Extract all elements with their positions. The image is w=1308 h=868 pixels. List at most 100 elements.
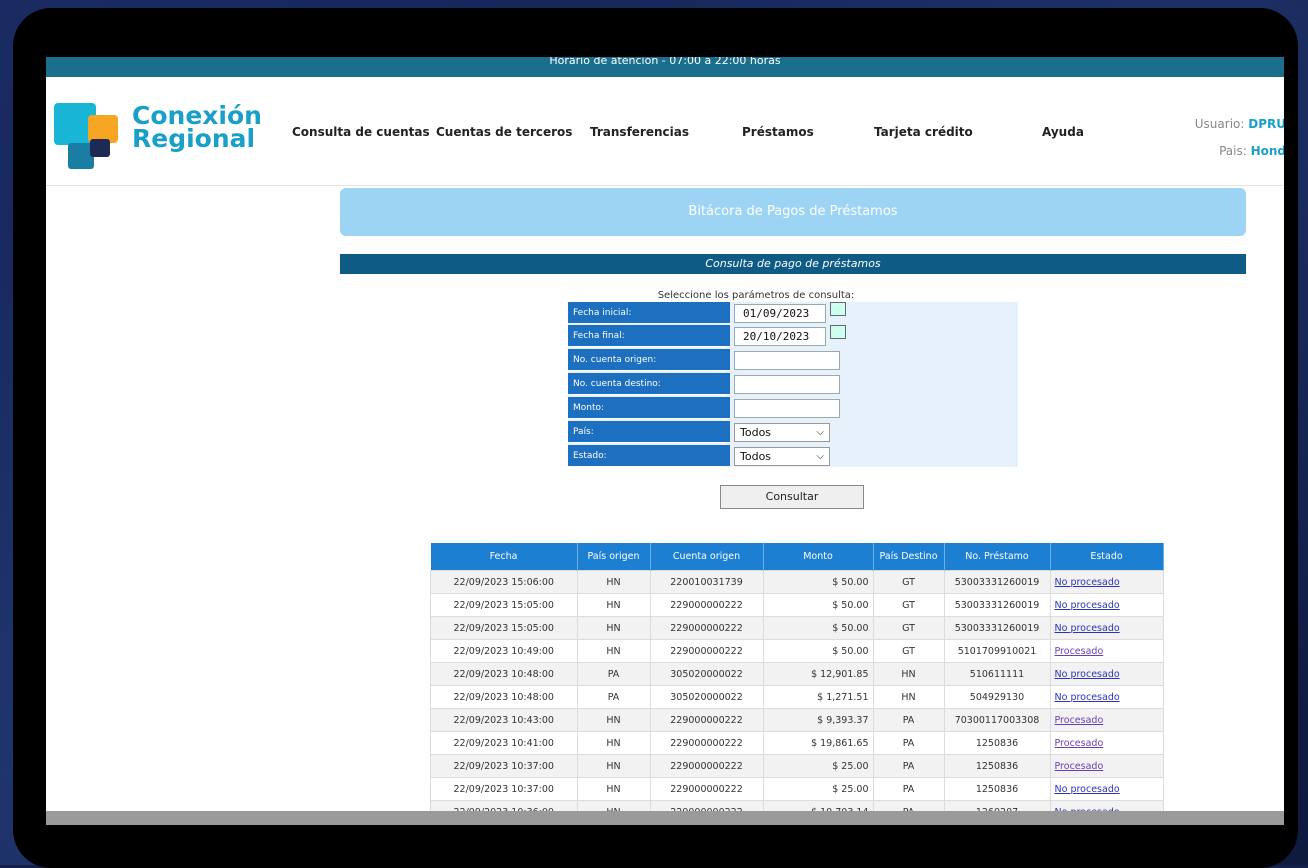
table-row: 22/09/2023 10:37:00 HN 229000000222 $ 25.00…: [430, 777, 1164, 801]
cell-monto: $ 50.00: [762, 593, 874, 617]
cell-fecha: 22/09/2023 15:05:00: [430, 593, 578, 617]
cuenta-origen-input[interactable]: [734, 351, 840, 370]
section-title: Consulta de pago de préstamos: [340, 254, 1246, 274]
cell-estado-link[interactable]: Procesado: [1049, 639, 1164, 663]
cell-cuenta-origen: 229000000222: [649, 616, 764, 640]
cell-estado-link[interactable]: No procesado: [1049, 570, 1164, 594]
pais-select[interactable]: Todos ⌵: [734, 423, 830, 442]
cell-pais-destino: PA: [872, 777, 945, 801]
cell-no-prestamo: 1250836: [943, 777, 1051, 801]
cell-fecha: 22/09/2023 10:48:00: [430, 685, 578, 709]
cell-estado-link[interactable]: No procesado: [1049, 662, 1164, 686]
cell-monto: $ 25.00: [762, 777, 874, 801]
cell-cuenta-origen: 220010031739: [649, 570, 764, 594]
cell-estado-link[interactable]: No procesado: [1049, 616, 1164, 640]
cell-no-prestamo: 53003331260019: [943, 570, 1051, 594]
nav-tarjeta-credito[interactable]: Tarjeta crédito: [874, 125, 973, 139]
browser-screen: Horario de atención - 07:00 a 22:00 hora…: [46, 57, 1284, 825]
cell-pais-destino: PA: [872, 708, 945, 732]
logo-icon[interactable]: [54, 103, 124, 171]
col-pais-origen[interactable]: País origen: [577, 543, 651, 571]
cell-fecha: 22/09/2023 15:05:00: [430, 616, 578, 640]
pais-label: País:: [568, 421, 730, 443]
cell-pais-origen: HN: [576, 708, 651, 732]
cell-pais-destino: GT: [872, 616, 945, 640]
cell-cuenta-origen: 229000000222: [649, 593, 764, 617]
cell-estado-link[interactable]: No procesado: [1049, 777, 1164, 801]
cell-no-prestamo: 510611111: [943, 662, 1051, 686]
cell-monto: $ 12,901.85: [762, 662, 874, 686]
estado-label: Estado:: [568, 445, 730, 467]
country-value: Hond: [1250, 144, 1284, 158]
cell-monto: $ 9,393.37: [762, 708, 874, 732]
user-label: Usuario:: [1194, 117, 1245, 131]
cell-fecha: 22/09/2023 10:37:00: [430, 777, 578, 801]
col-pais-destino[interactable]: País Destino: [873, 543, 945, 571]
fecha-inicial-label: Fecha inicial:: [568, 302, 730, 324]
chevron-down-icon: ⌵: [816, 451, 824, 462]
cell-monto: $ 1,271.51: [762, 685, 874, 709]
fecha-final-input[interactable]: 20/10/2023: [734, 327, 826, 346]
col-cuenta-origen[interactable]: Cuenta origen: [650, 543, 764, 571]
user-info: Usuario: DPRU Pais: Hond: [1195, 111, 1284, 165]
cell-pais-destino: PA: [872, 731, 945, 755]
brand-name[interactable]: Conexión Regional: [132, 103, 262, 153]
col-no-prestamo[interactable]: No. Préstamo: [944, 543, 1051, 571]
nav-ayuda[interactable]: Ayuda: [1042, 125, 1084, 139]
query-params-panel: Fecha inicial: 01/09/2023 Fecha final: 2…: [568, 302, 1018, 467]
consultar-button[interactable]: Consultar: [720, 485, 864, 509]
user-value: DPRU: [1248, 117, 1284, 131]
col-monto[interactable]: Monto: [763, 543, 874, 571]
cell-no-prestamo: 5101709910021: [943, 639, 1051, 663]
cell-fecha: 22/09/2023 10:41:00: [430, 731, 578, 755]
cell-no-prestamo: 53003331260019: [943, 616, 1051, 640]
monto-input[interactable]: [734, 399, 840, 418]
payments-table: Fecha País origen Cuenta origen Monto Pa…: [430, 543, 1164, 824]
nav-transferencias[interactable]: Transferencias: [590, 125, 689, 139]
cell-fecha: 22/09/2023 10:43:00: [430, 708, 578, 732]
nav-cuentas-terceros[interactable]: Cuentas de terceros: [436, 125, 572, 139]
table-row: 22/09/2023 10:41:00 HN 229000000222 $ 19,86…: [430, 731, 1164, 755]
params-caption: Seleccione los parámetros de consulta:: [657, 290, 855, 301]
cell-cuenta-origen: 229000000222: [649, 777, 764, 801]
cell-fecha: 22/09/2023 10:49:00: [430, 639, 578, 663]
hours-banner: Horario de atención - 07:00 a 22:00 hora…: [46, 57, 1284, 77]
col-estado[interactable]: Estado: [1050, 543, 1164, 571]
browser-bottom-bar: [46, 811, 1284, 825]
chevron-down-icon: ⌵: [816, 427, 824, 438]
cuenta-destino-input[interactable]: [734, 375, 840, 394]
cell-cuenta-origen: 229000000222: [649, 639, 764, 663]
cell-estado-link[interactable]: No procesado: [1049, 593, 1164, 617]
cuenta-destino-label: No. cuenta destino:: [568, 373, 730, 395]
fecha-inicial-input[interactable]: 01/09/2023: [734, 304, 826, 323]
cell-pais-destino: GT: [872, 639, 945, 663]
table-row: 22/09/2023 10:49:00 HN 229000000222 $ 50.00…: [430, 639, 1164, 663]
cell-fecha: 22/09/2023 10:48:00: [430, 662, 578, 686]
cell-no-prestamo: 1250836: [943, 731, 1051, 755]
cell-estado-link[interactable]: No procesado: [1049, 685, 1164, 709]
nav-prestamos[interactable]: Préstamos: [742, 125, 814, 139]
calendar-icon[interactable]: [830, 302, 846, 316]
col-fecha[interactable]: Fecha: [430, 543, 578, 571]
cuenta-origen-label: No. cuenta origen:: [568, 349, 730, 371]
calendar-icon[interactable]: [830, 325, 846, 339]
cell-cuenta-origen: 229000000222: [649, 731, 764, 755]
site-header: Conexión Regional Consulta de cuentas Cu…: [46, 77, 1284, 186]
cell-estado-link[interactable]: Procesado: [1049, 731, 1164, 755]
cell-pais-origen: HN: [576, 754, 651, 778]
estado-select[interactable]: Todos ⌵: [734, 447, 830, 466]
estado-select-value: Todos: [740, 450, 772, 463]
cell-monto: $ 50.00: [762, 616, 874, 640]
brand-line2: Regional: [132, 124, 256, 153]
cell-estado-link[interactable]: Procesado: [1049, 754, 1164, 778]
monto-label: Monto:: [568, 397, 730, 419]
page-title: Bitácora de Pagos de Préstamos: [340, 188, 1246, 236]
cell-estado-link[interactable]: Procesado: [1049, 708, 1164, 732]
cell-pais-origen: HN: [576, 639, 651, 663]
table-row: 22/09/2023 10:48:00 PA 305020000022 $ 12,90…: [430, 662, 1164, 686]
cell-pais-origen: HN: [576, 593, 651, 617]
cell-no-prestamo: 70300117003308: [943, 708, 1051, 732]
cell-pais-destino: GT: [872, 593, 945, 617]
table-row: 22/09/2023 10:37:00 HN 229000000222 $ 25.00…: [430, 754, 1164, 778]
nav-consulta-cuentas[interactable]: Consulta de cuentas: [292, 125, 430, 139]
